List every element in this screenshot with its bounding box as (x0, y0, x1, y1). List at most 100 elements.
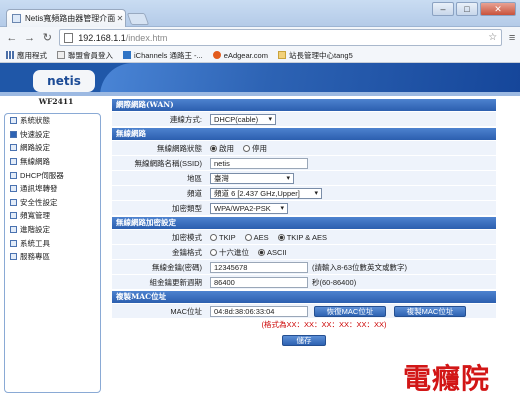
wireless-off-radio[interactable]: 停用 (243, 143, 267, 154)
mac-label: MAC位址 (170, 306, 202, 316)
wan-type-label: 連線方式: (169, 114, 202, 124)
bookmark-star-icon[interactable]: ☆ (488, 32, 497, 43)
mac-input[interactable]: 04:8d:38:06:33:04 (210, 305, 308, 317)
address-bar[interactable]: 192.168.1.1/index.htm ☆ (59, 29, 503, 46)
advanced-icon (10, 226, 17, 234)
sidebar-item-status[interactable]: 系統狀態 (5, 114, 100, 128)
encryption-type-select[interactable]: WPA/WPA2-PSK (210, 202, 288, 214)
reload-icon[interactable]: ↻ (40, 30, 56, 46)
model-name: WF2411 (38, 97, 74, 106)
dhcp-icon (10, 171, 17, 179)
key-hint: (請輸入8-63位數英文或數字) (312, 262, 408, 272)
radio-empty-icon (210, 233, 217, 241)
radio-empty-icon (210, 248, 217, 256)
wireless-icon (10, 158, 17, 166)
encryption-type-label: 加密類型 (172, 203, 202, 213)
restore-mac-button[interactable]: 恢復MAC位址 (314, 305, 386, 317)
cipher-tkip-radio[interactable]: TKIP (210, 233, 236, 242)
mac-row: MAC位址 04:8d:38:06:33:04 恢復MAC位址 複製MAC位址 (112, 304, 496, 318)
renew-input[interactable]: 86400 (210, 276, 308, 288)
key-input[interactable]: 12345678 (210, 261, 308, 273)
cipher-both-radio[interactable]: TKIP & AES (277, 233, 327, 242)
port-forward-icon (10, 185, 17, 193)
renew-label: 組金鑰更新週期 (149, 277, 203, 287)
sidebar-item-wireless[interactable]: 無線網路 (5, 155, 100, 169)
encryption-type-row: 加密類型 WPA/WPA2-PSK (112, 201, 496, 215)
cipher-aes-radio[interactable]: AES (244, 233, 269, 242)
close-window-icon[interactable]: ✕ (480, 2, 516, 16)
url-host: 192.168.1.1 (78, 32, 126, 43)
sidebar-item-advanced[interactable]: 進階設定 (5, 223, 100, 237)
sidebar-menu: 系統狀態 快速設定 網路設定 無線網路 DHCP伺服器 通訊埠轉發 安全性設定 … (4, 113, 101, 393)
network-icon (10, 144, 17, 152)
service-icon (10, 253, 17, 261)
radio-selected-icon (277, 233, 285, 241)
clone-mac-button[interactable]: 複製MAC位址 (394, 305, 466, 317)
sidebar-item-tools[interactable]: 系統工具 (5, 236, 100, 250)
key-format-row: 金鑰格式 十六進位 ASCII (112, 245, 496, 259)
menu-icon[interactable]: ≡ (504, 32, 520, 44)
wireless-status-row: 無線網路狀態 啟用 停用 (112, 141, 496, 155)
security-icon (10, 198, 17, 206)
bookmark-apps[interactable]: 應用程式 (6, 50, 47, 61)
browser-titlebar: Netis寬頻路由器管理介面 ✕ – □ ✕ (0, 0, 520, 27)
folder-icon (277, 51, 286, 59)
section-wan: 網際網路(WAN) (112, 99, 496, 111)
tab-close-icon[interactable]: ✕ (115, 14, 125, 23)
bookmark-ichannels[interactable]: iChannels 通路王 -... (123, 50, 203, 61)
key-format-ascii-radio[interactable]: ASCII (258, 248, 287, 257)
bookmark-webmaster[interactable]: 站長管理中心tang5 (277, 50, 353, 61)
sidebar-item-security[interactable]: 安全性設定 (5, 196, 100, 210)
radio-selected-icon (258, 248, 265, 256)
wan-type-row: 連線方式: DHCP(cable) (112, 112, 496, 126)
bookmark-affiliate-login[interactable]: 聯盟會員登入 (57, 50, 113, 61)
channel-select[interactable]: 頻道 6 [2.437 GHz,Upper] (210, 187, 322, 199)
region-select[interactable]: 臺灣 (210, 172, 294, 184)
minimize-icon[interactable]: – (432, 2, 454, 16)
key-format-hex-radio[interactable]: 十六進位 (210, 247, 249, 258)
sidebar-item-bandwidth[interactable]: 頻寬管理 (5, 209, 100, 223)
radio-empty-icon (244, 233, 252, 241)
sidebar-item-quick-setup[interactable]: 快速設定 (5, 128, 100, 142)
tools-icon (10, 239, 17, 247)
sidebar-item-service[interactable]: 服務專區 (5, 250, 100, 264)
ssid-input[interactable]: netis (210, 157, 308, 169)
tab-title: Netis寬頻路由器管理介面 (25, 14, 115, 23)
url-path: /index.htm (125, 32, 168, 43)
renew-row: 組金鑰更新週期 86400 秒(60-86400) (112, 275, 496, 289)
region-label: 地區 (187, 173, 202, 183)
cipher-label: 加密模式 (172, 232, 202, 242)
cipher-row: 加密模式 TKIP AES TKIP & AES (112, 230, 496, 244)
netis-logo: netis (33, 70, 95, 92)
quick-setup-icon (10, 130, 17, 138)
save-button[interactable]: 儲存 (282, 335, 326, 346)
forward-icon[interactable]: → (22, 30, 38, 46)
section-security: 無線網路加密設定 (112, 217, 496, 229)
watermark: 電癮院 (403, 362, 491, 395)
radio-empty-icon (243, 144, 250, 152)
wan-type-select[interactable]: DHCP(cable) (210, 113, 276, 125)
status-icon (10, 117, 17, 125)
wireless-on-radio[interactable]: 啟用 (210, 143, 234, 154)
maximize-icon[interactable]: □ (456, 2, 478, 16)
eadgear-icon (212, 51, 221, 59)
bookmark-eadgear[interactable]: eAdgear.com (212, 51, 268, 60)
radio-selected-icon (210, 144, 217, 152)
wireless-status-label: 無線網路狀態 (157, 143, 202, 153)
key-format-label: 金鑰格式 (172, 247, 202, 257)
back-icon[interactable]: ← (4, 30, 20, 46)
ssid-row: 無線網路名稱(SSID) netis (112, 156, 496, 170)
sidebar-item-port-forward[interactable]: 通訊埠轉發 (5, 182, 100, 196)
region-row: 地區 臺灣 (112, 171, 496, 185)
sidebar-item-network[interactable]: 網路設定 (5, 141, 100, 155)
apps-icon (6, 51, 14, 59)
new-tab-button[interactable] (126, 13, 150, 25)
browser-toolbar: ← → ↻ 192.168.1.1/index.htm ☆ ≡ (0, 27, 520, 48)
bookmarks-bar: 應用程式 聯盟會員登入 iChannels 通路王 -... eAdgear.c… (0, 48, 520, 63)
header-band (0, 92, 520, 96)
page-favicon-icon (12, 14, 21, 23)
browser-tab[interactable]: Netis寬頻路由器管理介面 ✕ (6, 9, 126, 27)
sidebar-item-dhcp[interactable]: DHCP伺服器 (5, 168, 100, 182)
mac-format-hint: (格式為XX：XX：XX：XX：XX：XX) (112, 318, 496, 332)
key-row: 無線金鑰(密碼) 12345678 (請輸入8-63位數英文或數字) (112, 260, 496, 274)
